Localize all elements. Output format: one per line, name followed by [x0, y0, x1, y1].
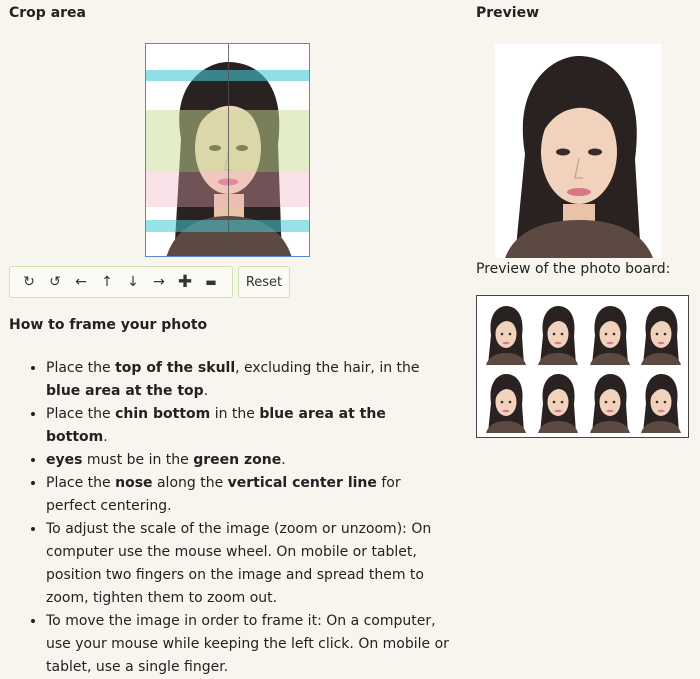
zoom-out-icon[interactable]: ▬ — [198, 267, 224, 297]
list-item: To move the image in order to frame it: … — [46, 610, 450, 679]
board-thumbnail — [638, 303, 684, 365]
board-thumbnail — [483, 371, 529, 433]
rotate-right-icon[interactable]: ↻ — [16, 267, 42, 297]
arrow-right-icon[interactable]: → — [146, 267, 172, 297]
preview-photo — [495, 44, 661, 258]
crop-area-title: Crop area — [9, 5, 86, 21]
arrow-up-icon[interactable]: ↑ — [94, 267, 120, 297]
photo-board — [476, 295, 689, 438]
list-item: eyes must be in the green zone. — [46, 449, 450, 472]
vertical-center-line — [228, 44, 229, 256]
board-thumbnail — [587, 303, 633, 365]
list-item: Place the chin bottom in the blue area a… — [46, 403, 450, 449]
instructions-list: Place the top of the skull, excluding th… — [10, 357, 450, 679]
list-item: Place the top of the skull, excluding th… — [46, 357, 450, 403]
arrow-down-icon[interactable]: ↓ — [120, 267, 146, 297]
zoom-in-icon[interactable]: ✚ — [172, 267, 198, 297]
board-thumbnail — [483, 303, 529, 365]
reset-button[interactable]: Reset — [238, 266, 290, 298]
list-item: Place the nose along the vertical center… — [46, 472, 450, 518]
board-thumbnail — [535, 303, 581, 365]
arrow-left-icon[interactable]: ← — [68, 267, 94, 297]
preview-title: Preview — [476, 5, 540, 21]
board-thumbnail — [535, 371, 581, 433]
list-item: To adjust the scale of the image (zoom o… — [46, 518, 450, 610]
board-thumbnail — [587, 371, 633, 433]
crop-area[interactable] — [145, 43, 310, 257]
rotate-left-icon[interactable]: ↺ — [42, 267, 68, 297]
instructions-title: How to frame your photo — [9, 317, 208, 333]
photo-board-label: Preview of the photo board: — [476, 261, 671, 277]
board-thumbnail — [638, 371, 684, 433]
crop-toolbar: ↻ ↺ ← ↑ ↓ → ✚ ▬ — [9, 266, 233, 298]
portrait-photo — [495, 44, 661, 258]
